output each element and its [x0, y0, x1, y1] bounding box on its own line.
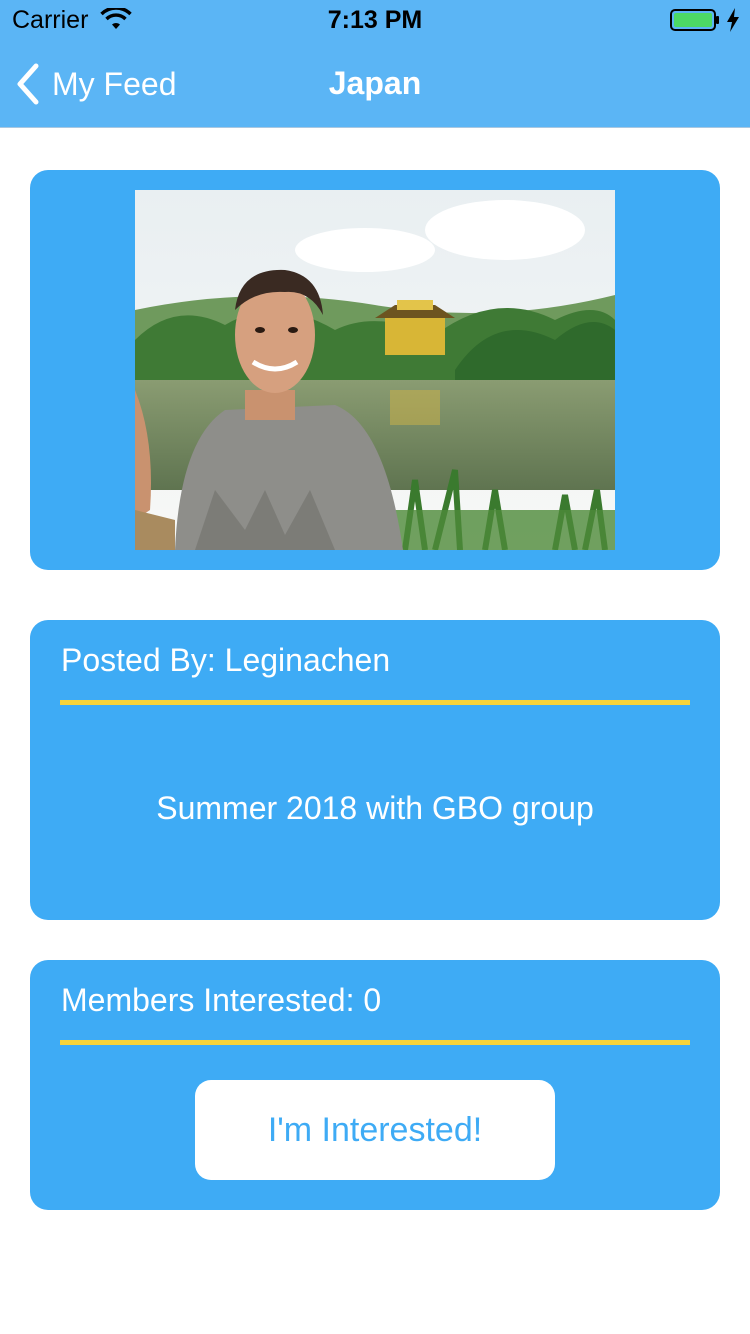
members-interested-label: Members Interested: 0: [61, 982, 382, 1018]
divider: [60, 700, 690, 705]
clock: 7:13 PM: [327, 6, 423, 34]
posted-by-label: Posted By: Leginachen: [61, 642, 391, 678]
navigation-bar: My Feed Japan: [0, 40, 750, 128]
battery-icon: [670, 9, 719, 31]
photo-card: [30, 170, 720, 570]
divider: [60, 1040, 690, 1045]
page-title: Japan: [328, 65, 422, 101]
photo-illustration: [135, 190, 615, 550]
top-bar: Carrier 7:13 PM My Feed Japan: [0, 0, 750, 128]
status-bar: Carrier 7:13 PM: [0, 0, 750, 40]
charging-bolt-icon: [727, 8, 739, 32]
interested-button[interactable]: I'm Interested!: [195, 1080, 555, 1180]
post-card: Posted By: Leginachen Summer 2018 with G…: [30, 620, 720, 920]
members-card: Members Interested: 0 I'm Interested!: [30, 960, 720, 1210]
post-caption: Summer 2018 with GBO group: [156, 790, 594, 826]
post-photo: [135, 190, 615, 550]
